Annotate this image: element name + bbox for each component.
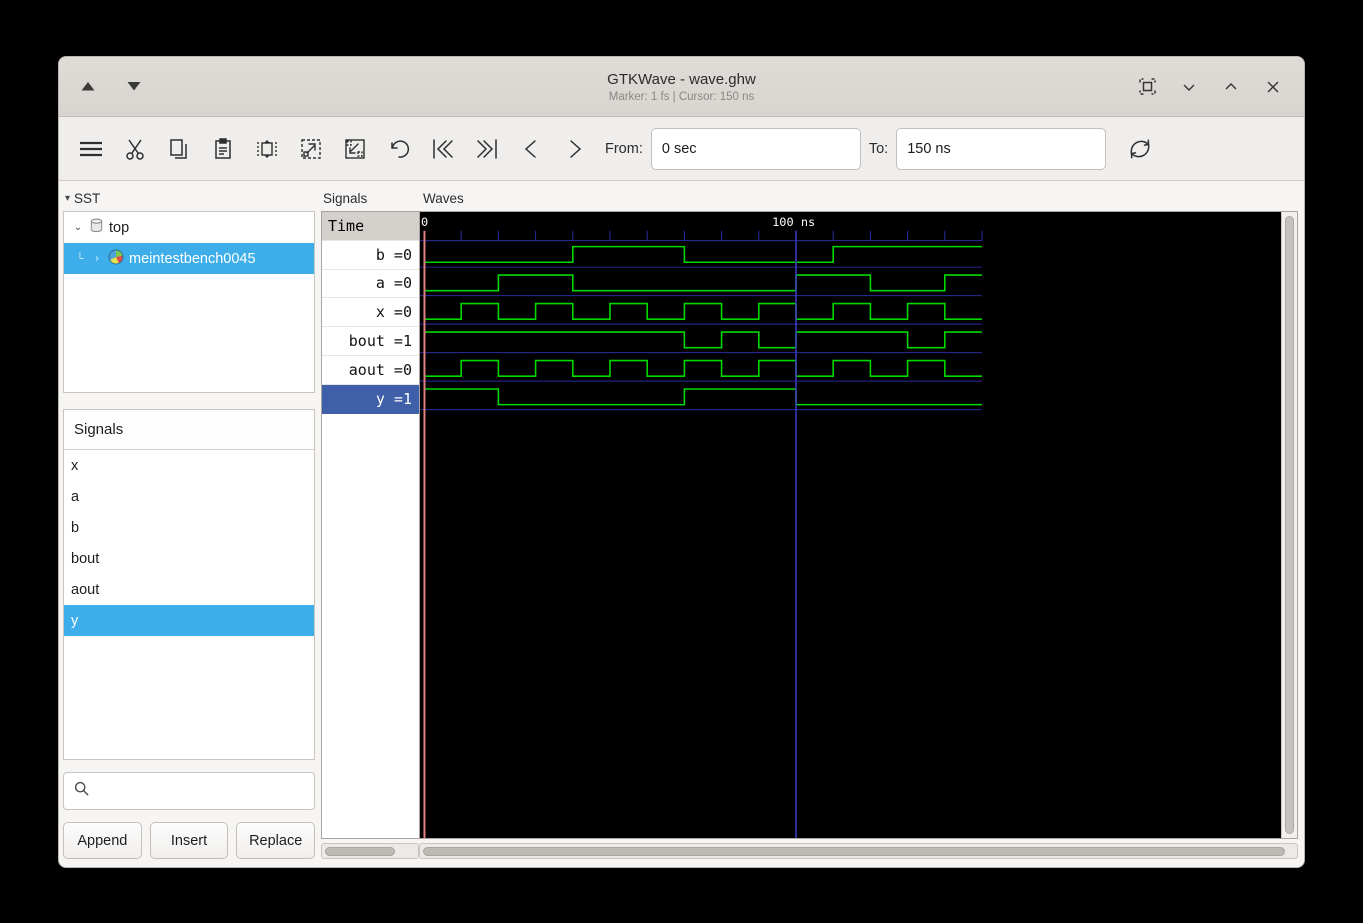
- sst-tree: ⌄ top └ ›: [63, 211, 315, 393]
- cut-icon[interactable]: [113, 127, 157, 171]
- signal-value-row-y[interactable]: y =1: [322, 385, 419, 414]
- reload-icon[interactable]: [1118, 127, 1162, 171]
- window-controls: [1130, 70, 1304, 104]
- main-body: ▾ SST ⌄ top └ ›: [59, 181, 1304, 867]
- signal-name: y: [71, 613, 78, 629]
- sst-tree-item-meintestbench0045[interactable]: └ › meintestbench0045: [64, 243, 314, 274]
- go-start-icon[interactable]: [421, 127, 465, 171]
- sst-tree-item-label: top: [109, 220, 129, 236]
- chevron-down-icon: ▾: [65, 193, 70, 204]
- titlebar-nav-buttons: [59, 76, 145, 98]
- zoom-out-icon[interactable]: [289, 127, 333, 171]
- list-item[interactable]: x: [64, 450, 314, 481]
- entity-icon: [108, 249, 124, 269]
- waves-pane: Waves 0 100 ns: [419, 181, 1304, 867]
- wave-vertical-scrollbar[interactable]: [1281, 212, 1297, 838]
- expander-icon[interactable]: ⌄: [72, 222, 84, 233]
- signal-name: b: [71, 520, 79, 536]
- window-subtitle: Marker: 1 fs | Cursor: 150 ns: [59, 91, 1304, 103]
- waves-label: Waves: [419, 187, 1298, 211]
- search-icon: [74, 781, 89, 801]
- append-button[interactable]: Append: [63, 822, 142, 859]
- sst-tree-item-label: meintestbench0045: [129, 251, 256, 267]
- signal-name: a: [71, 489, 79, 505]
- signal-names-label: Signals: [321, 187, 419, 211]
- paste-icon[interactable]: [201, 127, 245, 171]
- scrollbar-thumb[interactable]: [423, 847, 1285, 856]
- main-toolbar: From: 0 sec To: 150 ns: [59, 117, 1304, 181]
- search-field[interactable]: [63, 772, 315, 810]
- signals-list-panel: Signals x a b bout aout y: [63, 409, 315, 760]
- window-title: GTKWave - wave.ghw: [59, 71, 1304, 88]
- list-item[interactable]: b: [64, 512, 314, 543]
- list-item[interactable]: y: [64, 605, 314, 636]
- search-input[interactable]: [96, 783, 304, 799]
- undo-icon[interactable]: [377, 127, 421, 171]
- to-label: To:: [869, 141, 888, 157]
- tree-guide-line: └: [76, 253, 86, 265]
- triangle-up-icon[interactable]: [77, 76, 99, 98]
- from-value: 0 sec: [662, 141, 697, 157]
- svg-text:100 ns: 100 ns: [772, 215, 815, 229]
- zoom-in-icon[interactable]: [333, 127, 377, 171]
- signal-names-list: Time b =0 a =0 x =0 bout =1 aout =0 y =1: [321, 211, 419, 839]
- window-title-block: GTKWave - wave.ghw Marker: 1 fs | Cursor…: [59, 71, 1304, 103]
- wave-horizontal-scrollbar[interactable]: [419, 843, 1298, 859]
- sst-tree-item-top[interactable]: ⌄ top: [64, 212, 314, 243]
- from-input[interactable]: 0 sec: [651, 128, 861, 170]
- signal-names-pane: Signals Time b =0 a =0 x =0 bout =1 aout…: [321, 181, 419, 867]
- signal-name: bout: [71, 551, 99, 567]
- gtkwave-window: GTKWave - wave.ghw Marker: 1 fs | Cursor…: [58, 56, 1305, 868]
- chevron-up-icon[interactable]: [1214, 70, 1248, 104]
- module-icon: [89, 218, 104, 237]
- signal-action-buttons: Append Insert Replace: [63, 822, 315, 859]
- time-header: Time: [322, 212, 419, 241]
- svg-text:0: 0: [421, 215, 428, 229]
- signals-list-header: Signals: [64, 410, 314, 450]
- wave-area: 0 100 ns: [419, 211, 1298, 839]
- signal-value-row-x[interactable]: x =0: [322, 298, 419, 327]
- signal-value-row-a[interactable]: a =0: [322, 270, 419, 299]
- signal-name: x: [71, 458, 78, 474]
- signal-value-row-b[interactable]: b =0: [322, 241, 419, 270]
- sst-pane: ▾ SST ⌄ top └ ›: [59, 181, 321, 867]
- copy-icon[interactable]: [157, 127, 201, 171]
- list-item[interactable]: bout: [64, 543, 314, 574]
- from-label: From:: [605, 141, 643, 157]
- scrollbar-thumb[interactable]: [1285, 216, 1294, 834]
- sst-label-text: SST: [74, 191, 100, 206]
- insert-button[interactable]: Insert: [150, 822, 229, 859]
- chevron-down-icon[interactable]: [1172, 70, 1206, 104]
- signals-list: x a b bout aout y: [64, 450, 314, 759]
- close-icon[interactable]: [1256, 70, 1290, 104]
- to-input[interactable]: 150 ns: [896, 128, 1106, 170]
- sst-section-label[interactable]: ▾ SST: [63, 187, 315, 211]
- signal-value-row-bout[interactable]: bout =1: [322, 327, 419, 356]
- replace-button[interactable]: Replace: [236, 822, 315, 859]
- zoom-fit-icon[interactable]: [245, 127, 289, 171]
- prev-edge-icon[interactable]: [509, 127, 553, 171]
- list-item[interactable]: aout: [64, 574, 314, 605]
- scrollbar-thumb[interactable]: [325, 847, 395, 856]
- list-item[interactable]: a: [64, 481, 314, 512]
- expander-icon[interactable]: ›: [91, 253, 103, 264]
- names-horizontal-scrollbar[interactable]: [321, 843, 419, 859]
- wave-canvas[interactable]: 0 100 ns: [420, 212, 1281, 838]
- menu-icon[interactable]: [69, 127, 113, 171]
- signal-name: aout: [71, 582, 99, 598]
- fullscreen-icon[interactable]: [1130, 70, 1164, 104]
- triangle-down-icon[interactable]: [123, 76, 145, 98]
- title-bar: GTKWave - wave.ghw Marker: 1 fs | Cursor…: [59, 57, 1304, 117]
- to-value: 150 ns: [907, 141, 951, 157]
- next-edge-icon[interactable]: [553, 127, 597, 171]
- go-end-icon[interactable]: [465, 127, 509, 171]
- signal-value-row-aout[interactable]: aout =0: [322, 356, 419, 385]
